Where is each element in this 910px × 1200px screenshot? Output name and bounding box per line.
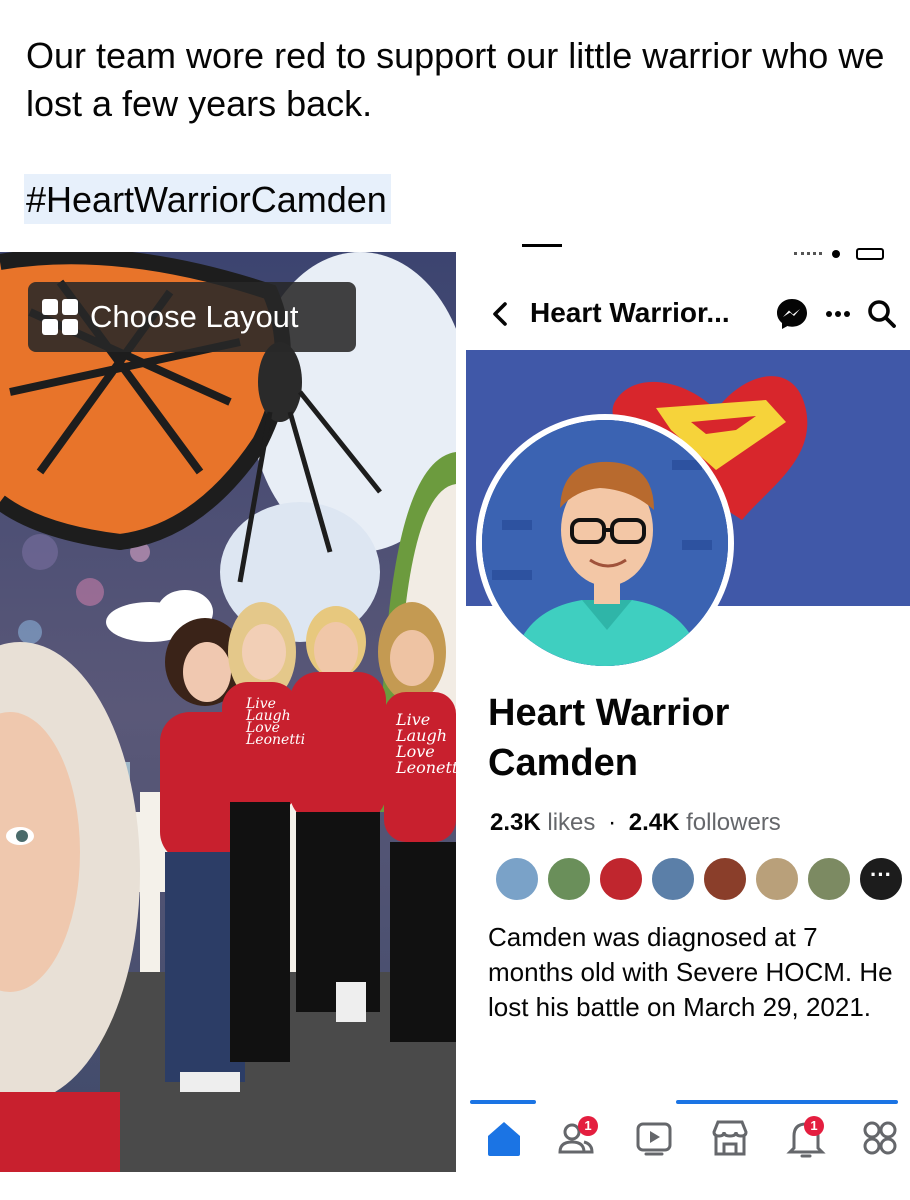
page-stats: 2.3K likes · 2.4K followers (490, 808, 781, 838)
search-icon[interactable] (866, 298, 898, 330)
video-icon[interactable] (632, 1116, 676, 1160)
status-bar (466, 230, 910, 264)
friend-avatar[interactable] (494, 856, 540, 902)
choose-layout-label: Choose Layout (90, 299, 299, 334)
profile-photo-illustration (482, 420, 728, 666)
followers-label: followers (686, 809, 781, 836)
wifi-icon (832, 250, 840, 258)
friend-avatar[interactable] (546, 856, 592, 902)
likes-label: likes (547, 809, 596, 836)
friend-avatar[interactable] (650, 856, 696, 902)
friend-avatar[interactable] (598, 856, 644, 902)
marketplace-icon[interactable] (708, 1116, 752, 1160)
back-chevron-icon[interactable] (488, 298, 512, 330)
tab-indicator (466, 1100, 910, 1104)
more-friends-icon[interactable]: ··· (858, 856, 904, 902)
signal-icon (794, 252, 822, 256)
status-time (522, 244, 562, 250)
page-name: Heart Warrior Camden (488, 692, 730, 784)
profile-picture[interactable] (482, 420, 728, 666)
page-nav-bar: Heart Warrior... (466, 286, 910, 342)
choose-layout-button[interactable]: Choose Layout (28, 282, 356, 352)
nav-title: Heart Warrior... (530, 297, 730, 328)
stats-separator: · (608, 809, 617, 836)
tab-friends[interactable]: 1 (554, 1116, 598, 1160)
facebook-page-screenshot: Heart Warrior... Heart Warrior Camden 2.… (466, 230, 910, 1172)
friend-avatar[interactable] (806, 856, 852, 902)
shirt-text-2: Live Laugh Love Leonetti (396, 712, 456, 776)
shirt-word-leonetti: Leonetti (246, 732, 306, 748)
messenger-icon[interactable] (774, 296, 810, 332)
friend-avatar[interactable] (754, 856, 800, 902)
home-icon[interactable] (482, 1116, 526, 1160)
shirt-text-1: Live Laugh Love Leonetti (246, 697, 306, 748)
team-photo-illustration (0, 252, 456, 1172)
likes-count: 2.3K (490, 809, 541, 836)
page-about-text: Camden was diagnosed at 7 months old wit… (488, 922, 893, 1022)
shirt-word-leonetti: Leonetti (396, 758, 456, 777)
team-photo: Live Laugh Love Leonetti Live Laugh Love… (0, 252, 456, 1172)
followers-count: 2.4K (628, 809, 680, 836)
menu-icon[interactable] (858, 1116, 902, 1160)
layout-grid-icon (42, 299, 78, 335)
battery-icon (856, 248, 884, 260)
friends-badge: 1 (578, 1116, 598, 1136)
post-caption: Our team wore red to support our little … (26, 35, 885, 124)
friend-avatar[interactable] (702, 856, 748, 902)
bottom-tab-bar: 1 1 (466, 1108, 910, 1172)
friends-avatar-row[interactable]: ··· (494, 856, 910, 902)
tab-notifications[interactable]: 1 (784, 1116, 828, 1160)
hashtag-link[interactable]: #HeartWarriorCamden (24, 174, 391, 224)
notifications-badge: 1 (804, 1116, 824, 1136)
more-icon[interactable] (824, 300, 852, 328)
